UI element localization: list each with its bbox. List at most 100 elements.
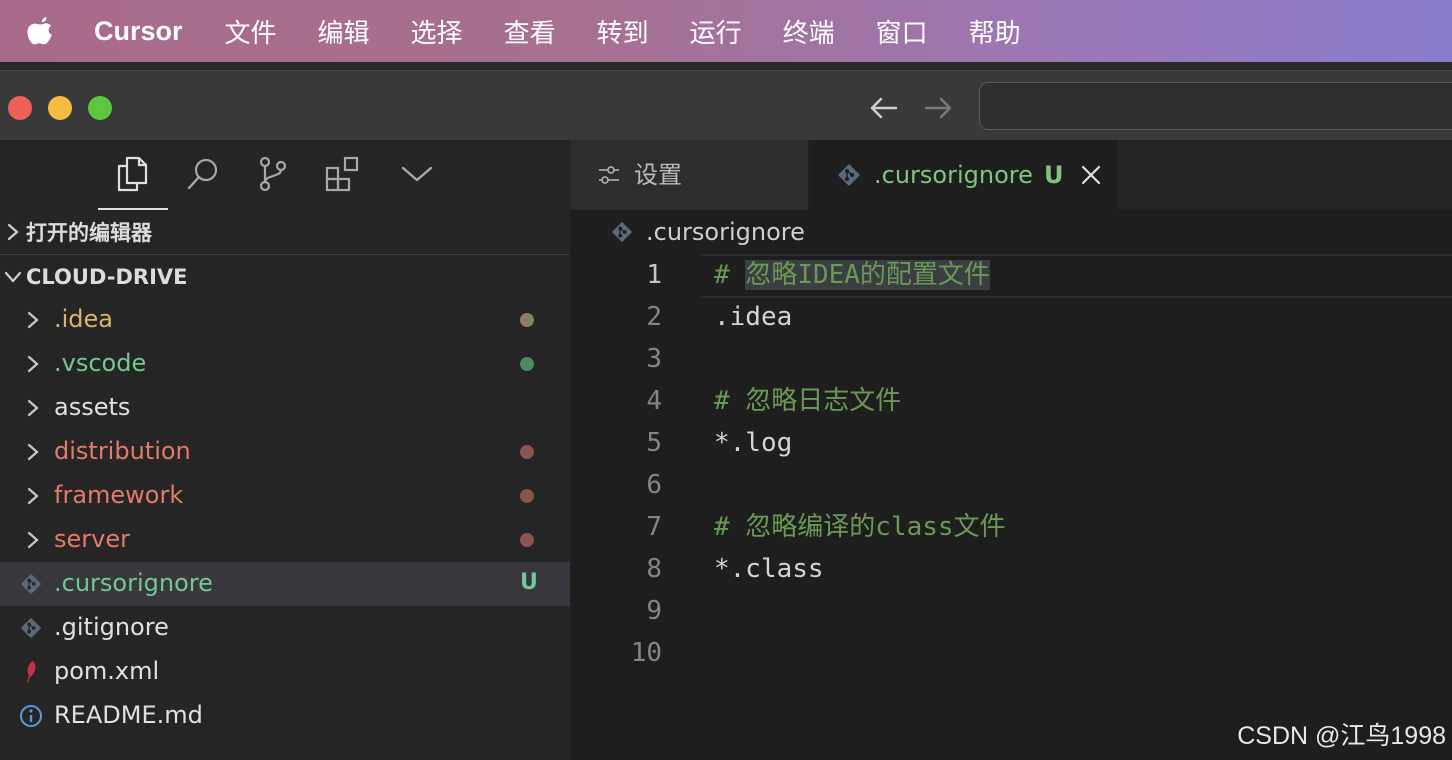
code-line: 9 [570,590,1452,632]
tree-item[interactable]: distribution [0,430,570,474]
window-maximize-button[interactable] [88,96,112,120]
menu-file[interactable]: 文件 [225,13,277,50]
editor-tabbar: 设置 .cursorignore U [570,140,1452,210]
tab-untracked-badge: U [1044,161,1064,189]
go-forward-icon[interactable] [920,91,956,125]
line-number: 1 [646,260,662,290]
code-line: 5 *.log [570,422,1452,464]
chevron-down-icon[interactable] [397,154,437,194]
tree-item[interactable]: .idea [0,298,570,342]
maven-feather-icon [18,659,44,685]
menu-help[interactable]: 帮助 [969,13,1021,50]
chevron-right-icon [22,528,44,552]
tree-item-label: .vscode [54,349,147,377]
tree-item-label: .idea [54,305,114,333]
tab-cursorignore-label: .cursorignore [874,161,1033,189]
git-status-dot [520,357,534,371]
tree-item[interactable]: server [0,518,570,562]
window-close-button[interactable] [8,96,32,120]
selection-highlight: 忽略IDEA的配置文件 [745,260,990,290]
explorer-sidebar: 打开的编辑器 CLOUD-DRIVE .idea .vscode assets dis… [0,140,570,760]
code-line: 2 .idea [570,296,1452,338]
menu-edit[interactable]: 编辑 [318,13,370,50]
git-file-icon [18,571,44,597]
tree-item-label: .gitignore [54,613,169,641]
tree-item-label: assets [54,393,131,421]
git-status-dot [520,445,534,459]
menu-window[interactable]: 窗口 [876,13,928,50]
window-titlebar [0,70,1452,141]
command-center-search[interactable] [979,82,1452,130]
tree-item-label: README.md [54,701,203,729]
line-number: 5 [646,428,662,458]
tree-item[interactable]: README.md [0,694,570,738]
code-text: # 忽略IDEA的配置文件 [714,260,990,290]
open-editors-section[interactable]: 打开的编辑器 [0,210,570,254]
code-line: 10 [570,632,1452,674]
source-control-icon[interactable] [253,154,293,194]
tree-item-label: .cursorignore [54,569,213,597]
code-text: # 忽略日志文件 [714,386,902,416]
menu-view[interactable]: 查看 [504,13,556,50]
line-number: 2 [646,302,662,332]
chevron-right-icon [22,352,44,376]
menu-terminal[interactable]: 终端 [783,13,835,50]
code-line: 3 [570,338,1452,380]
open-editors-label: 打开的编辑器 [26,221,152,245]
menu-go[interactable]: 转到 [597,13,649,50]
tree-item-label: server [54,525,130,553]
breadcrumb: .cursorignore [570,210,1452,256]
apple-icon[interactable] [26,14,56,48]
menubar-shadow [0,62,1452,70]
line-number: 7 [646,512,662,542]
search-icon[interactable] [183,154,223,194]
menu-run[interactable]: 运行 [690,13,742,50]
git-status-badge: U [520,570,538,595]
go-back-icon[interactable] [866,91,902,125]
tree-item[interactable]: assets [0,386,570,430]
git-file-icon [610,220,634,244]
line-number: 9 [646,596,662,626]
explorer-files-icon[interactable] [112,154,152,194]
chevron-right-icon [22,484,44,508]
line-number: 6 [646,470,662,500]
breadcrumb-file[interactable]: .cursorignore [646,217,805,247]
line-number: 8 [646,554,662,584]
code-editor[interactable]: 1 # 忽略IDEA的配置文件 2 .idea 3 4 # 忽略日志文件 5 *.log 6 7 # … [570,254,1452,760]
tree-item-label: pom.xml [54,657,160,685]
tab-settings-label: 设置 [634,161,682,189]
line-number: 4 [646,386,662,416]
tab-cursorignore[interactable]: .cursorignore U [810,140,1118,210]
chevron-right-icon [22,308,44,332]
chevron-right-icon [22,396,44,420]
git-status-dot [520,533,534,547]
chevron-right-icon [22,440,44,464]
chevron-right-icon [0,222,26,242]
code-line: 8 *.class [570,548,1452,590]
tab-settings[interactable]: 设置 [570,140,809,210]
code-line: 6 [570,464,1452,506]
code-text: .idea [714,302,793,332]
code-line: 1 # 忽略IDEA的配置文件 [570,254,1452,296]
tree-item[interactable]: .gitignore [0,606,570,650]
line-number: 10 [630,638,662,668]
menu-app-name[interactable]: Cursor [94,16,183,47]
close-icon[interactable] [1080,164,1102,186]
tree-item[interactable]: pom.xml [0,650,570,694]
project-label: CLOUD-DRIVE [26,265,188,289]
window-minimize-button[interactable] [48,96,72,120]
code-text: # 忽略编译的class文件 [714,512,1006,542]
tree-item[interactable]: .vscode [0,342,570,386]
code-text: *.class [714,554,824,584]
line-number: 3 [646,344,662,374]
tree-item[interactable]: framework [0,474,570,518]
git-file-icon [836,162,862,188]
project-section[interactable]: CLOUD-DRIVE [0,254,570,299]
menu-selection[interactable]: 选择 [411,13,463,50]
macos-menubar: Cursor 文件 编辑 选择 查看 转到 运行 终端 窗口 帮助 [0,0,1452,62]
info-icon [18,703,44,729]
watermark: CSDN @江鸟1998 [1237,722,1446,750]
tree-item[interactable]: .cursorignore U [0,562,570,606]
git-status-dot [520,489,534,503]
extensions-icon[interactable] [323,154,363,194]
